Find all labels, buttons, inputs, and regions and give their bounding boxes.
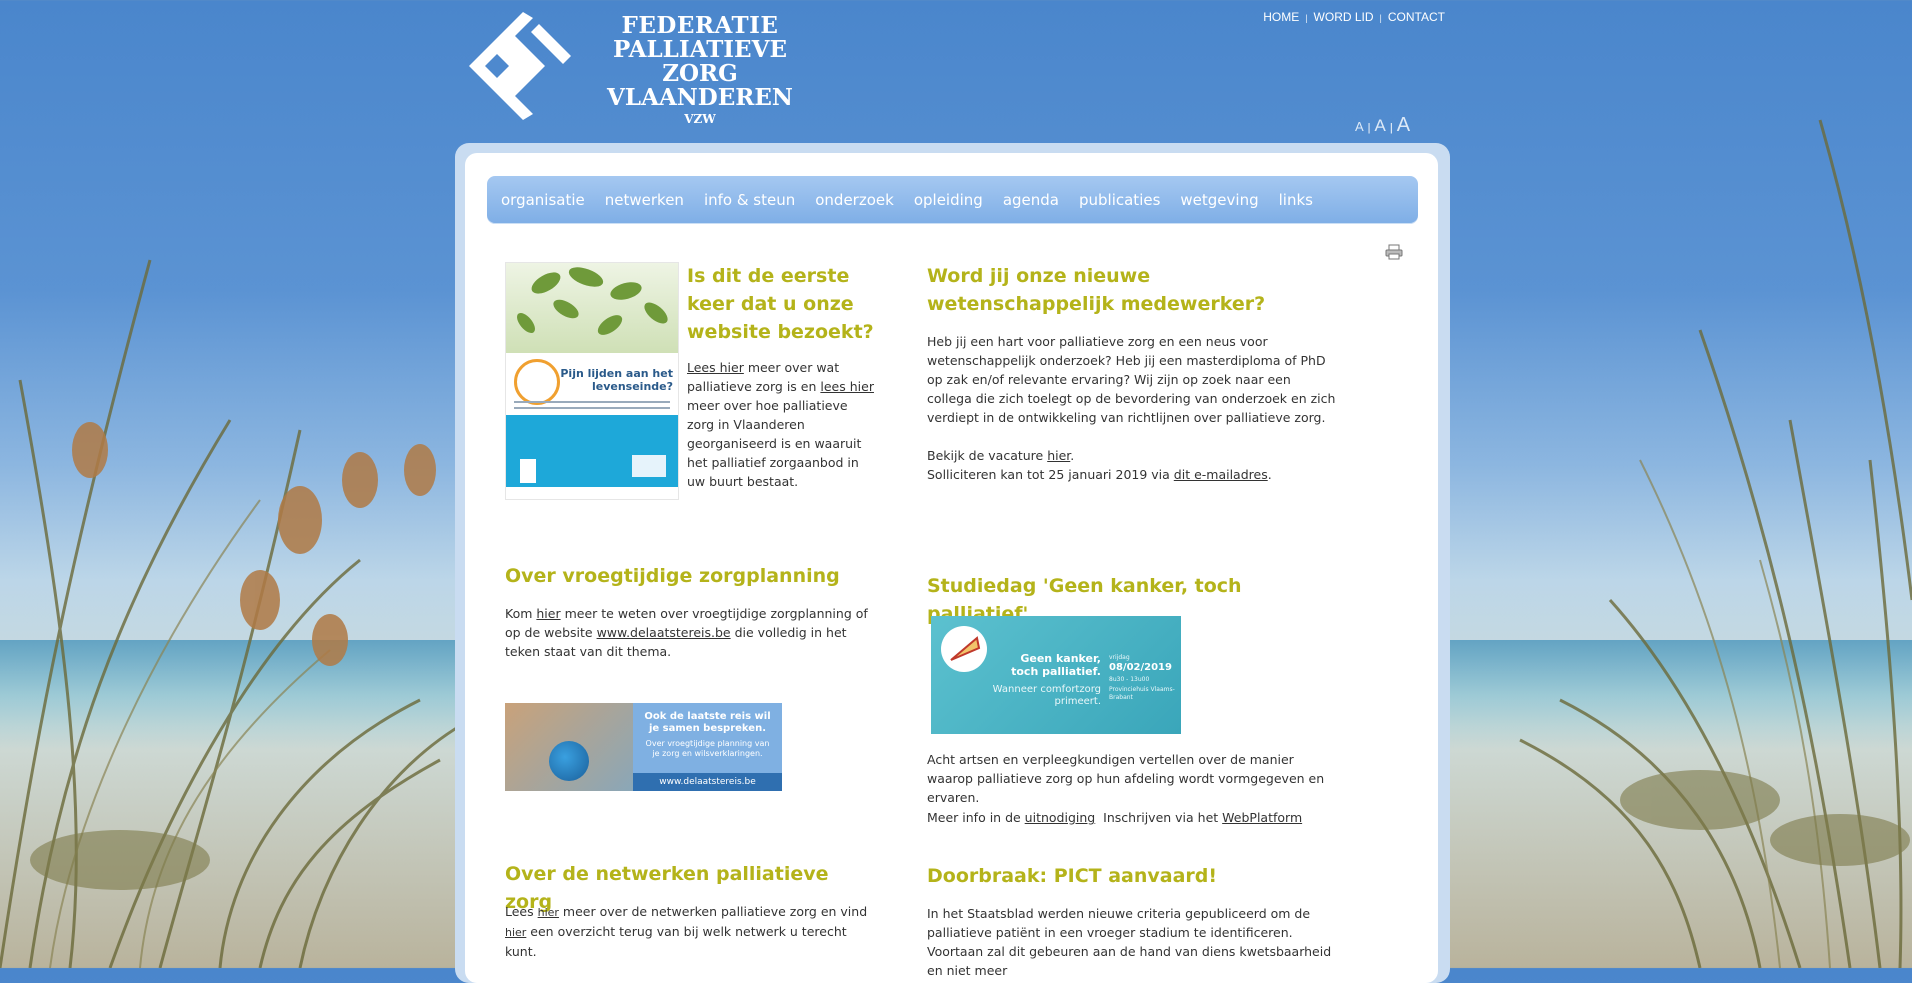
intro-text: Lees hier meer over wat palliatieve zorg… [687,358,875,491]
top-navigation: HOME | WORD LID | CONTACT [1250,10,1445,24]
nav-item-agenda[interactable]: agenda [1003,176,1059,224]
job-text-1: Bekijk de vacature [927,448,1048,463]
nav-item-publicaties[interactable]: publicaties [1079,176,1160,224]
banner-title: Geen kanker, toch palliatief. [1011,652,1101,678]
vacature-hier-link[interactable]: hier [1047,448,1070,463]
separator: | [1389,122,1393,134]
netwerken-hier-link-1[interactable]: hier [538,906,559,919]
site-logo[interactable]: FEDERATIE PALLIATIEVE ZORG VLAANDEREN VZ… [455,10,825,126]
netwerken-text: Lees hier meer over de netwerken palliat… [505,902,875,961]
campaign-poster[interactable]: Pijn lijden aan het levenseinde? [505,262,679,500]
nav-item-opleiding[interactable]: opleiding [914,176,983,224]
job-text-4: . [1267,467,1272,482]
vroegtijdige-zorgplanning-text: Kom hier meer te weten over vroegtijdige… [505,604,875,661]
lees-hier-link-2[interactable]: lees hier [820,379,874,394]
banner-url: www.delaatstereis.be [633,773,782,791]
print-icon[interactable] [1385,244,1403,260]
nw-text-2: meer over de netwerken palliatieve zorg … [558,904,868,919]
nw-text-1: Lees [505,904,538,919]
separator: | [1367,122,1371,134]
nav-item-onderzoek[interactable]: onderzoek [815,176,894,224]
job-text-3: Solliciteren kan tot 25 januari 2019 via [927,467,1174,482]
studiedag-text: Acht artsen en verpleegkundigen vertelle… [927,752,1325,805]
banner-day: vrijdag [1109,654,1130,661]
nav-item-wetgeving[interactable]: wetgeving [1180,176,1258,224]
vz-hier-link[interactable]: hier [536,606,560,621]
nav-item-netwerken[interactable]: netwerken [605,176,684,224]
intro-text-part-2: meer over hoe palliatieve zorg in Vlaand… [687,398,862,489]
studiedag-banner[interactable]: Geen kanker, toch palliatief. Wanneer co… [931,616,1181,734]
pizza-icon [941,626,987,672]
separator: | [1305,13,1308,23]
netwerken-hier-link-2[interactable]: hier [505,926,526,939]
logo-line-3: VLAANDEREN [607,84,793,111]
sd-text-1: Meer info in de [927,810,1025,825]
pict-text: In het Staatsblad werden nieuwe criteria… [927,906,1332,978]
delaatstereis-banner[interactable]: Ook de laatste reis wil je samen besprek… [505,703,782,791]
intro-title: Is dit de eerste keer dat u onze website… [687,265,874,343]
home-link[interactable]: HOME [1263,10,1299,24]
font-size-large-button[interactable]: A [1397,114,1410,136]
vacature-title: Word jij onze nieuwe wetenschappelijk me… [927,265,1266,315]
vz-text-1: Kom [505,606,537,621]
font-size-medium-button[interactable]: A [1375,116,1386,135]
lees-hier-link-1[interactable]: Lees hier [687,360,744,375]
vacature-links: Bekijk de vacature hier. Solliciteren kan… [927,446,1337,484]
vroegtijdige-zorgplanning-title: Over vroegtijdige zorgplanning [505,565,840,587]
nw-text-3: een overzicht terug van bij welk netwerk… [505,924,847,959]
sd-text-2: Inschrijven via het [1095,810,1223,825]
intro-section: Is dit de eerste keer dat u onze website… [687,262,875,491]
logo-line-4: VZW [684,112,716,126]
logo-emblem-icon [469,12,571,120]
contact-link[interactable]: CONTACT [1388,10,1445,24]
banner-subtitle: Over vroegtijdige planning van je zorg e… [645,739,770,758]
logo-line-1: FEDERATIE [621,12,779,39]
banner-place: Provinciehuis Vlaams-Brabant [1109,686,1175,701]
banner-date: 08/02/2019 [1109,662,1172,673]
font-size-small-button[interactable]: A [1355,119,1364,134]
nav-item-organisatie[interactable]: organisatie [501,176,585,224]
nav-item-info-steun[interactable]: info & steun [704,176,795,224]
separator: | [1379,13,1382,23]
banner-time: 8u30 - 13u00 [1109,676,1150,683]
logo-line-2: PALLIATIEVE ZORG [613,36,787,87]
job-text-2: . [1070,448,1075,463]
banner-title: Ook de laatste reis wil je samen besprek… [644,711,771,734]
webplatform-link[interactable]: WebPlatform [1222,810,1302,825]
email-link[interactable]: dit e-mailadres [1174,467,1268,482]
poster-leaves [506,263,678,353]
banner-subtitle: Wanneer comfortzorg primeert. [992,684,1101,707]
word-lid-link[interactable]: WORD LID [1314,10,1374,24]
poster-blue-band [506,415,678,487]
font-size-switcher: A | A | A [1355,114,1410,137]
poster-small-text [506,397,678,415]
pict-title: Doorbraak: PICT aanvaard! [927,865,1218,887]
banner-photo [505,703,633,791]
main-navigation: organisatie netwerken info & steun onder… [487,176,1418,224]
nav-item-links[interactable]: links [1279,176,1313,224]
vacature-text: Heb jij een hart voor palliatieve zorg e… [927,334,1336,425]
delaatstereis-link[interactable]: www.delaatstereis.be [597,625,731,640]
poster-heading: Pijn lijden aan het levenseinde? [560,367,673,393]
uitnodiging-link[interactable]: uitnodiging [1025,810,1096,825]
studiedag-links: Meer info in de uitnodiging Inschrijven … [927,808,1337,827]
